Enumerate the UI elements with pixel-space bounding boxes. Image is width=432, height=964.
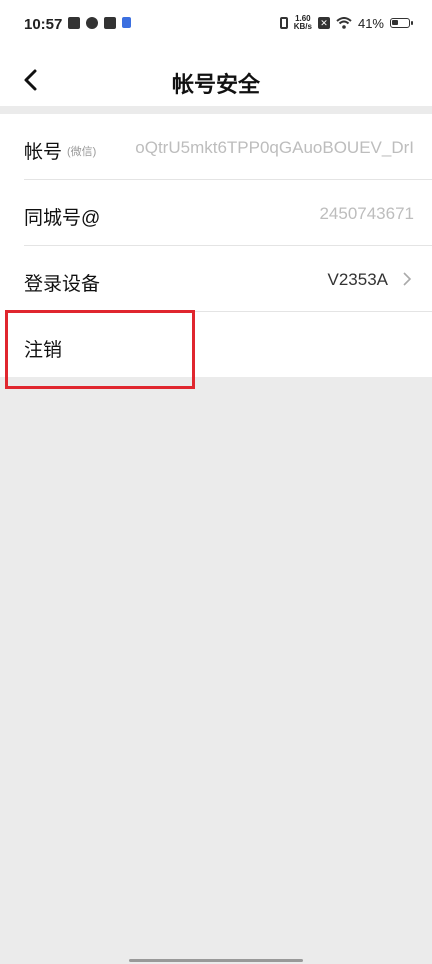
status-bar: 10:57 1.60 KB/s ✕ 41% (0, 0, 432, 52)
account-value: oQtrU5mkt6TPP0qGAuoBOUEV_DrI (135, 138, 414, 157)
nav-bar: 帐号安全 (0, 52, 432, 106)
city-id-label: 同城号@ (24, 208, 101, 229)
sync-icon (86, 17, 98, 29)
home-indicator (129, 959, 303, 962)
network-speed: 1.60 KB/s (294, 15, 312, 31)
message-icon (68, 17, 80, 29)
chevron-right-icon (403, 272, 412, 286)
highlight-box (5, 310, 195, 389)
status-time: 10:57 (24, 16, 63, 33)
no-sim-icon: ✕ (317, 17, 330, 29)
app-notification-icon (122, 17, 131, 28)
network-speed-unit: KB/s (293, 22, 312, 31)
page-title: 帐号安全 (171, 72, 260, 97)
city-id-row[interactable]: 同城号@ 2450743671 (24, 180, 432, 246)
login-devices-row[interactable]: 登录设备 V2353A (24, 246, 432, 312)
city-id-value: 2450743671 (319, 204, 414, 223)
account-row[interactable]: 帐号 (微信) oQtrU5mkt6TPP0qGAuoBOUEV_DrI (24, 114, 432, 180)
login-devices-label: 登录设备 (24, 274, 101, 295)
battery-percent: 41% (357, 15, 384, 31)
battery-icon (390, 18, 413, 28)
tiktok-icon (104, 17, 116, 29)
account-sub-label: (微信) (67, 146, 97, 158)
vibrate-icon (279, 17, 288, 29)
account-label: 帐号 (微信) (24, 142, 97, 163)
login-device-value: V2353A (327, 270, 389, 289)
status-right: 1.60 KB/s ✕ 41% (279, 15, 413, 31)
wifi-icon (336, 17, 352, 29)
notification-icons (68, 17, 131, 29)
